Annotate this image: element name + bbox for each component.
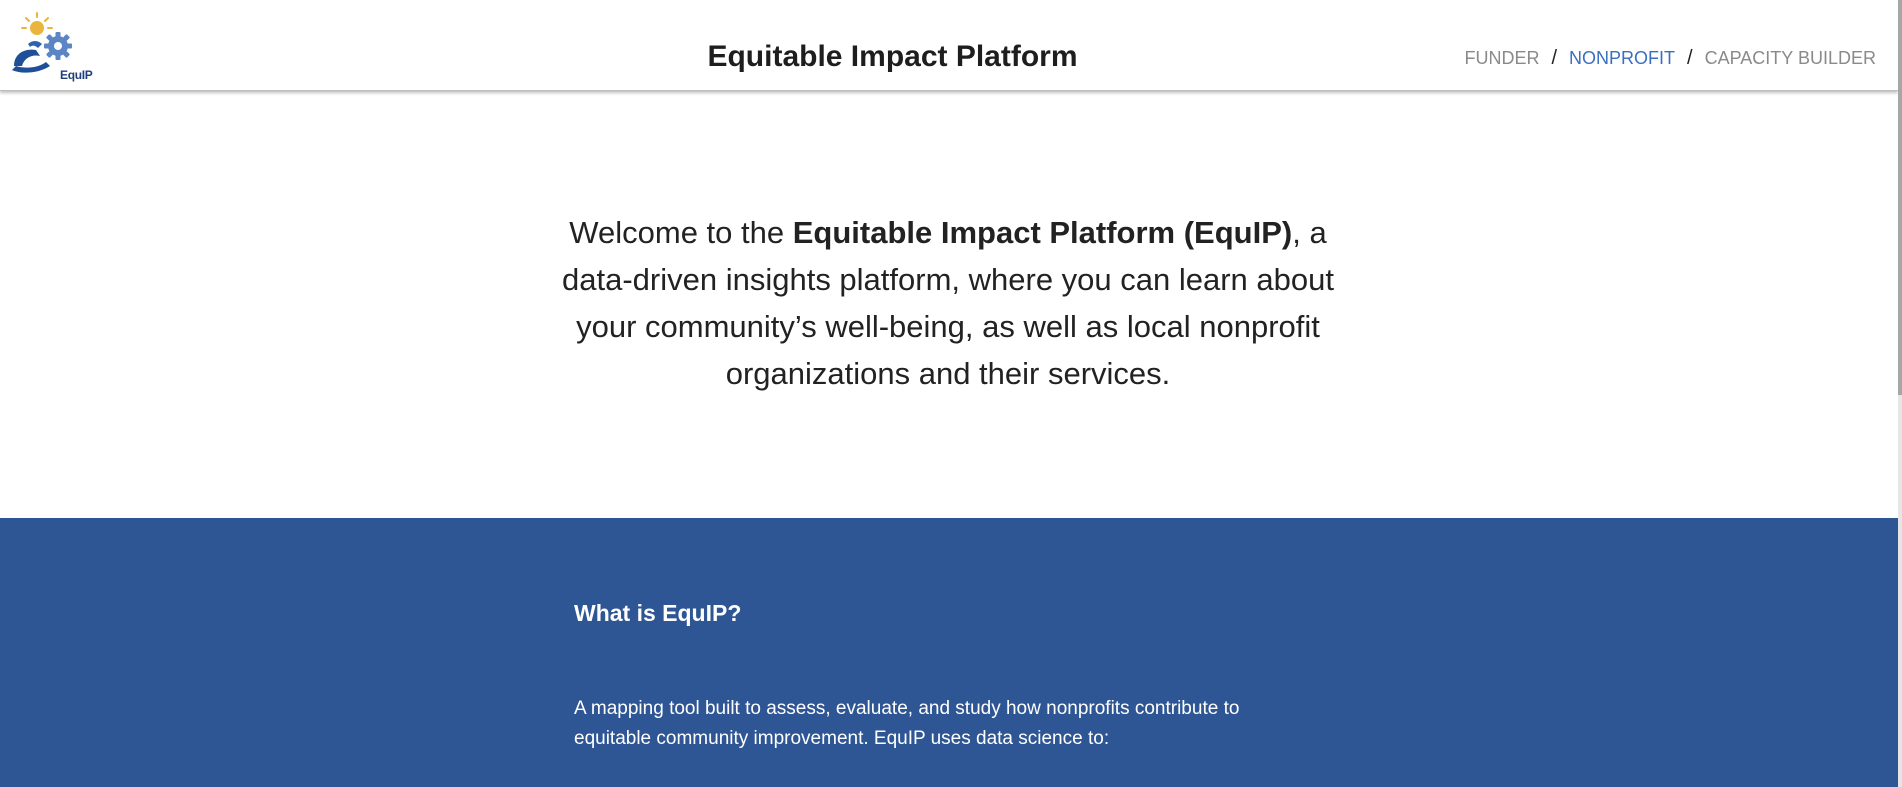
nav-funder-link[interactable]: FUNDER [1464, 48, 1539, 69]
role-nav: FUNDER / NONPROFIT / CAPACITY BUILDER [1464, 47, 1876, 70]
nav-nonprofit-link[interactable]: NONPROFIT [1569, 48, 1675, 69]
section-description: A mapping tool built to assess, evaluate… [574, 698, 1240, 749]
nav-separator: / [1687, 47, 1693, 69]
nav-capacity-builder-link[interactable]: CAPACITY BUILDER [1705, 48, 1876, 69]
welcome-text: Welcome to the Equitable Impact Platform… [548, 209, 1348, 397]
what-is-equip-section: What is EquIP? A mapping tool built to a… [0, 518, 1898, 787]
platform-name: Equitable Impact Platform (EquIP) [792, 215, 1293, 250]
hero-section: Welcome to the Equitable Impact Platform… [0, 91, 1898, 518]
scrollbar-thumb[interactable] [1898, 0, 1902, 395]
nav-separator: / [1551, 47, 1558, 69]
welcome-intro: Welcome to the [569, 215, 793, 250]
site-header: EquIP Equitable Impact Platform FUNDER /… [0, 0, 1898, 91]
page: EquIP Equitable Impact Platform FUNDER /… [0, 0, 1902, 787]
sun-icon [21, 12, 53, 35]
section-heading: What is EquIP? [574, 600, 742, 626]
vertical-scrollbar[interactable] [1898, 0, 1902, 787]
